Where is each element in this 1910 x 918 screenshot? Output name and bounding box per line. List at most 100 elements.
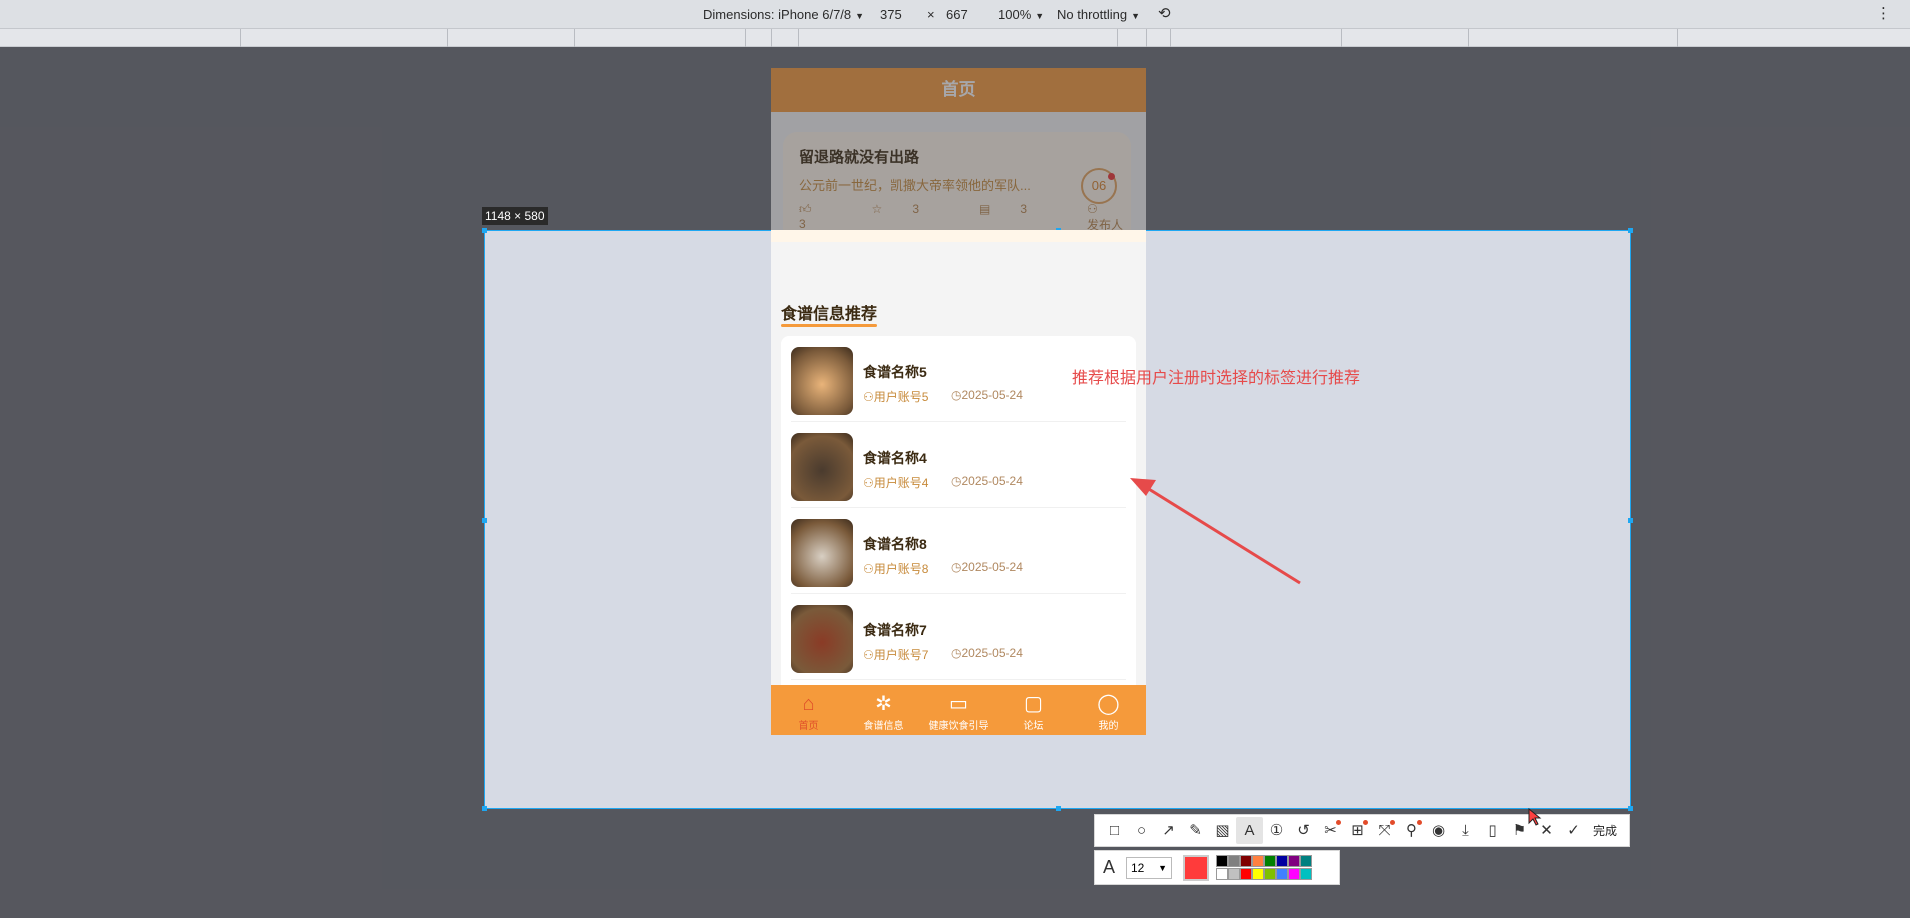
pencil-icon[interactable]: ✎ — [1182, 817, 1209, 844]
user-icon: ⚇ — [863, 648, 874, 662]
palette-swatch[interactable] — [1216, 868, 1228, 880]
list-item[interactable]: 食谱名称4 ⚇用户账号4 ◷2025-05-24 — [791, 422, 1126, 508]
recipe-date: ◷2025-05-24 — [951, 388, 1023, 402]
list-item[interactable]: 食谱名称7 ⚇用户账号7 ◷2025-05-24 — [791, 594, 1126, 680]
palette-swatch[interactable] — [1276, 855, 1288, 867]
resize-handle[interactable] — [1056, 806, 1061, 811]
new-dot — [1363, 820, 1368, 825]
phone-icon[interactable]: ▯ — [1479, 817, 1506, 844]
current-color-swatch[interactable] — [1183, 855, 1209, 881]
record-icon[interactable]: ◉ — [1425, 817, 1452, 844]
account-text: 用户账号8 — [873, 562, 929, 576]
rectangle-icon[interactable]: □ — [1101, 817, 1128, 844]
scissors-icon[interactable]: ✂ — [1317, 817, 1344, 844]
palette-swatch[interactable] — [1240, 868, 1252, 880]
chevron-down-icon: ▼ — [1158, 863, 1167, 873]
palette-swatch[interactable] — [1228, 855, 1240, 867]
font-size-value: 12 — [1131, 861, 1145, 875]
recipe-name: 食谱名称7 — [863, 622, 927, 638]
recipe-name: 食谱名称4 — [863, 450, 927, 466]
text-tool-icon[interactable]: A — [1236, 817, 1263, 844]
palette-swatch[interactable] — [1252, 855, 1264, 867]
palette-swatch[interactable] — [1264, 855, 1276, 867]
arrow-head — [1130, 478, 1156, 496]
ruler-mark — [574, 29, 575, 47]
palette-swatch[interactable] — [1288, 855, 1300, 867]
bottom-tab-bar: ⌂ 首页 ✲ 食谱信息 ▭ 健康饮食引导 ▢ 论坛 ◯ 我的 — [771, 685, 1146, 735]
devtools-device-toolbar: Dimensions: iPhone 6/7/8 ▼ 375 × 667 100%… — [0, 0, 1910, 29]
palette-swatch[interactable] — [1264, 868, 1276, 880]
recipe-thumbnail — [791, 605, 853, 673]
recipe-date: ◷2025-05-24 — [951, 646, 1023, 660]
resize-handle[interactable] — [482, 806, 487, 811]
section-title: 食谱信息推荐 — [781, 300, 877, 327]
tab-recipes[interactable]: ✲ 食谱信息 — [846, 685, 921, 735]
annotation-text[interactable]: 推荐根据用户注册时选择的标签进行推荐 — [1072, 364, 1360, 388]
palette-swatch[interactable] — [1228, 868, 1240, 880]
ruler-mark — [745, 29, 746, 47]
palette-swatch[interactable] — [1240, 855, 1252, 867]
palette-swatch[interactable] — [1276, 868, 1288, 880]
height-input[interactable]: 667 — [946, 7, 968, 22]
resize-handle[interactable] — [1628, 518, 1633, 523]
date-text: 2025-05-24 — [961, 646, 1023, 660]
font-size-select[interactable]: 12 ▼ — [1126, 857, 1172, 879]
new-dot — [1417, 820, 1422, 825]
times-sign: × — [927, 7, 935, 22]
palette-swatch[interactable] — [1216, 855, 1228, 867]
recipe-name: 食谱名称8 — [863, 536, 927, 552]
ruler-mark — [771, 29, 772, 47]
section-underline — [781, 324, 877, 327]
clock-icon: ◷ — [951, 646, 962, 660]
resize-handle[interactable] — [1628, 228, 1633, 233]
palette-swatch[interactable] — [1300, 855, 1312, 867]
throttle-label: No throttling — [1057, 7, 1128, 22]
more-vertical-icon[interactable]: ⋮ — [1876, 4, 1891, 22]
resize-handle[interactable] — [482, 518, 487, 523]
ruler-mark — [1341, 29, 1342, 47]
recipe-date: ◷2025-05-24 — [951, 474, 1023, 488]
account-text: 用户账号4 — [873, 476, 929, 490]
zoom-select[interactable]: 100% ▼ — [998, 7, 1044, 22]
palette-swatch[interactable] — [1300, 868, 1312, 880]
translate-icon[interactable]: ⤧ — [1371, 817, 1398, 844]
arrow-icon[interactable]: ↗ — [1155, 817, 1182, 844]
throttle-select[interactable]: No throttling ▼ — [1057, 7, 1140, 22]
resize-handle[interactable] — [1628, 806, 1633, 811]
download-icon[interactable]: ⤓ — [1452, 817, 1479, 844]
home-icon: ⌂ — [802, 693, 815, 715]
phone-visible-area: 食谱信息推荐 食谱名称5 ⚇用户账号5 ◷2025-05-24 食谱名称4 ⚇用… — [771, 230, 1146, 735]
tab-label: 论坛 — [1023, 721, 1044, 732]
ellipse-icon[interactable]: ○ — [1128, 817, 1155, 844]
width-input[interactable]: 375 — [880, 7, 902, 22]
tab-label: 食谱信息 — [863, 721, 904, 732]
user-icon: ◯ — [1097, 693, 1120, 715]
done-button[interactable]: 完成 — [1593, 822, 1617, 839]
palette-swatch[interactable] — [1252, 868, 1264, 880]
recipe-account: ⚇用户账号5 — [863, 388, 928, 405]
tab-guide[interactable]: ▭ 健康饮食引导 — [921, 685, 996, 735]
recipe-account: ⚇用户账号8 — [863, 560, 928, 577]
recipe-date: ◷2025-05-24 — [951, 560, 1023, 574]
mosaic-icon[interactable]: ▧ — [1209, 817, 1236, 844]
ruler-mark — [1468, 29, 1469, 47]
pin-icon[interactable]: ⚲ — [1398, 817, 1425, 844]
device-select[interactable]: Dimensions: iPhone 6/7/8 ▼ — [703, 7, 864, 22]
ruler-mark — [1170, 29, 1171, 47]
tab-forum[interactable]: ▢ 论坛 — [996, 685, 1071, 735]
resize-handle[interactable] — [482, 228, 487, 233]
tab-mine[interactable]: ◯ 我的 — [1071, 685, 1146, 735]
number-marker-icon[interactable]: ① — [1263, 817, 1290, 844]
check-icon[interactable]: ✓ — [1560, 817, 1587, 844]
ruler-mark — [798, 29, 799, 47]
ocr-icon[interactable]: ⊞ — [1344, 817, 1371, 844]
account-text: 用户账号7 — [873, 648, 929, 662]
list-item[interactable]: 食谱名称8 ⚇用户账号8 ◷2025-05-24 — [791, 508, 1126, 594]
palette-swatch[interactable] — [1288, 868, 1300, 880]
rotate-icon[interactable]: ⟲ — [1158, 4, 1171, 22]
tab-home[interactable]: ⌂ 首页 — [771, 685, 846, 735]
annotation-arrow[interactable] — [1120, 470, 1310, 590]
ruler-mark — [1117, 29, 1118, 47]
recipe-thumbnail — [791, 433, 853, 501]
undo-icon[interactable]: ↺ — [1290, 817, 1317, 844]
